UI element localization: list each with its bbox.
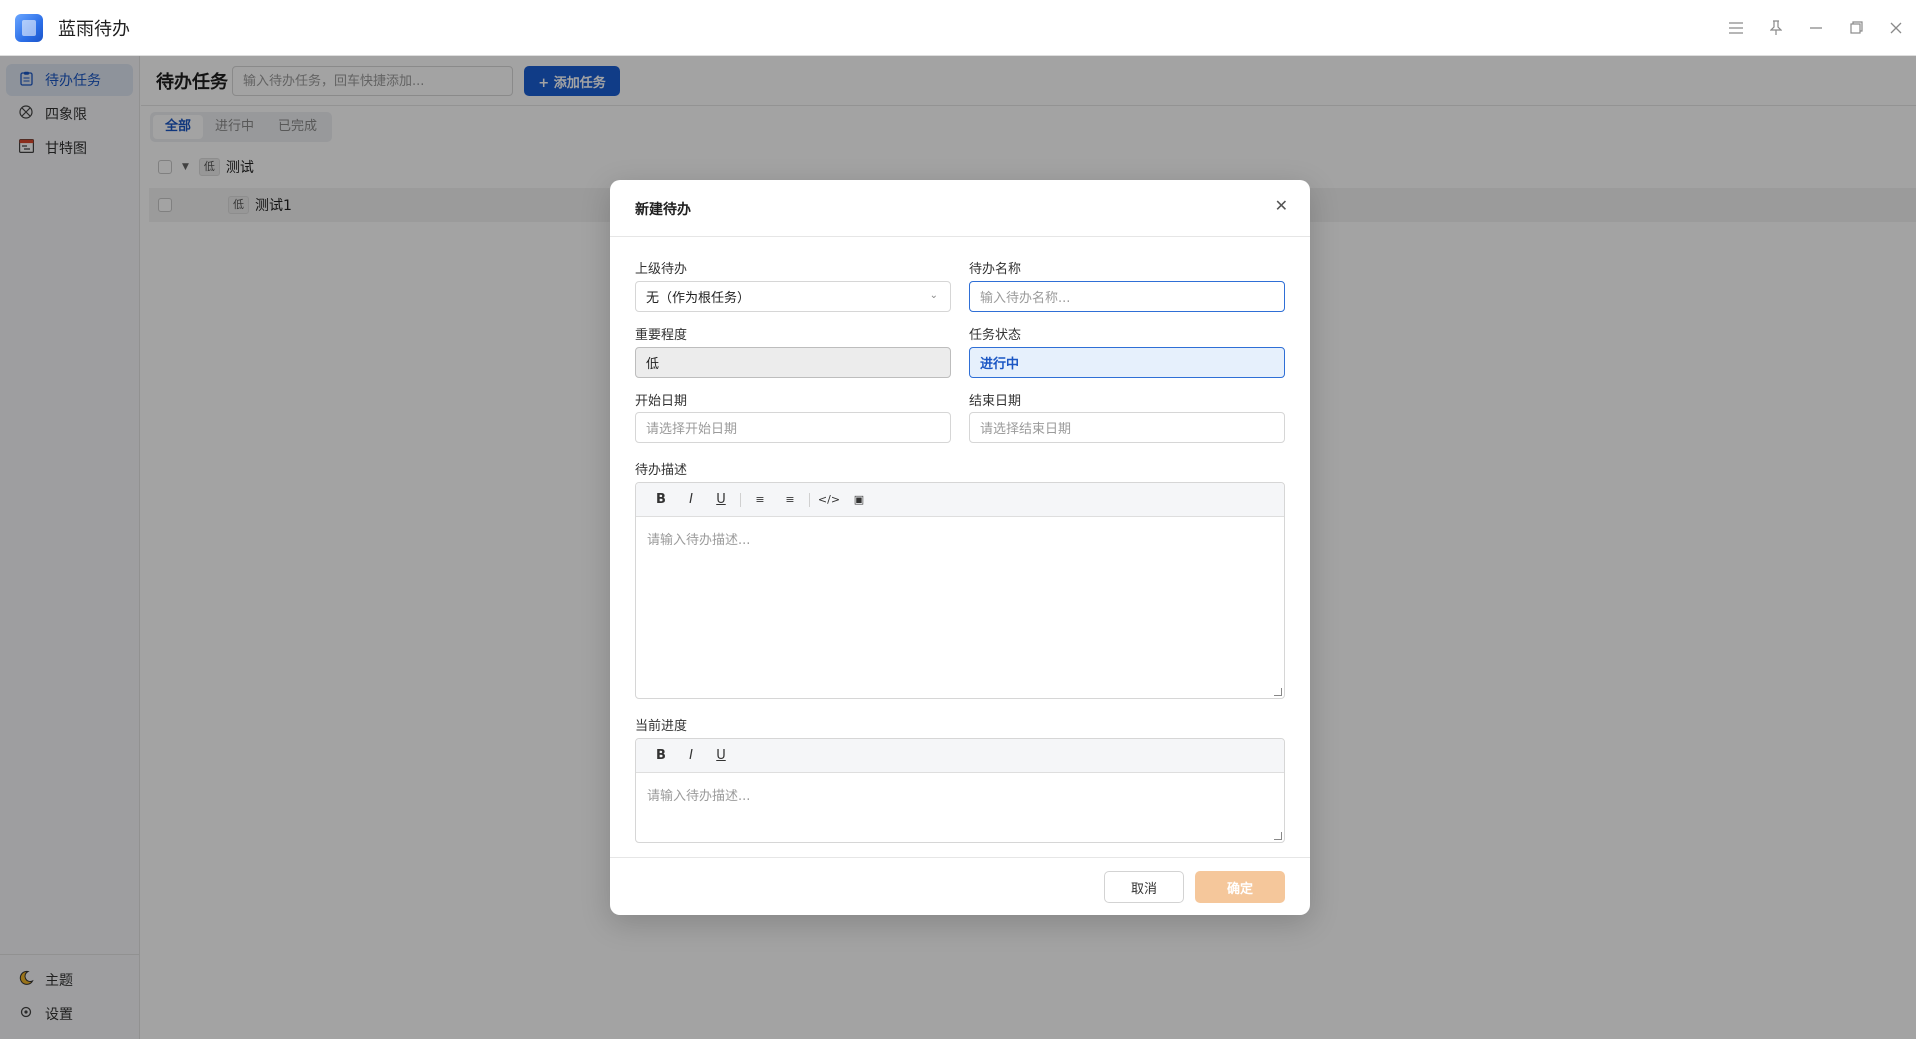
description-placeholder: 请输入待办描述... [647,533,751,548]
italic-button[interactable]: I [676,492,706,507]
parent-select[interactable]: 无（作为根任务） ⌄ [635,281,951,312]
restore-icon[interactable] [1836,0,1876,56]
progress-label: 当前进度 [635,719,688,734]
minimize-icon[interactable] [1796,0,1836,56]
resize-handle-icon[interactable] [1274,688,1282,696]
description-label: 待办描述 [635,463,688,478]
numbered-list-button[interactable]: ≡ [775,493,805,506]
code-button[interactable]: </> [814,493,844,506]
end-date-input[interactable]: 请选择结束日期 [969,412,1285,443]
pin-icon[interactable] [1756,0,1796,56]
start-date-label: 开始日期 [635,394,688,409]
parent-label: 上级待办 [635,262,688,277]
app-title: 蓝雨待办 [58,18,130,40]
name-label: 待办名称 [969,262,1022,277]
new-task-dialog: 新建待办 ✕ 上级待办 无（作为根任务） ⌄ 待办名称 输入待办名称... 重要… [610,180,1310,915]
description-editor: B I U ≡ ≡ </> ▣ 请输入待办描述... [635,482,1285,699]
end-date-label: 结束日期 [969,394,1022,409]
close-icon[interactable]: ✕ [1275,196,1288,215]
bullet-list-button[interactable]: ≡ [745,493,775,506]
dialog-footer-divider [610,857,1310,858]
toolbar-divider [740,492,741,507]
start-date-input[interactable]: 请选择开始日期 [635,412,951,443]
description-textarea[interactable]: 请输入待办描述... [636,517,1284,698]
editor-toolbar: B I U ≡ ≡ </> ▣ [636,483,1284,517]
close-icon[interactable] [1876,0,1916,56]
image-button[interactable]: ▣ [844,493,874,506]
chevron-down-icon: ⌄ [929,290,938,301]
priority-label: 重要程度 [635,328,688,343]
dialog-header: 新建待办 ✕ [610,180,1310,237]
italic-button[interactable]: I [676,748,706,763]
bold-button[interactable]: B [646,492,676,507]
resize-handle-icon[interactable] [1274,832,1282,840]
status-select[interactable]: 进行中 [969,347,1285,378]
dialog-title: 新建待办 [635,202,691,218]
notebook-app-icon [15,13,43,42]
bold-button[interactable]: B [646,748,676,763]
status-label: 任务状态 [969,328,1022,343]
priority-select[interactable]: 低 [635,347,951,378]
task-name-input[interactable]: 输入待办名称... [969,281,1285,312]
menu-icon[interactable] [1716,0,1756,56]
progress-editor: B I U 请输入待办描述... [635,738,1285,843]
underline-button[interactable]: U [706,748,736,763]
editor-toolbar: B I U [636,739,1284,773]
confirm-button[interactable]: 确定 [1195,871,1285,903]
progress-placeholder: 请输入待办描述... [647,789,751,804]
parent-select-value: 无（作为根任务） [646,291,751,306]
progress-textarea[interactable]: 请输入待办描述... [636,773,1284,842]
title-bar: 蓝雨待办 [0,0,1916,56]
underline-button[interactable]: U [706,492,736,507]
toolbar-divider [809,492,810,507]
cancel-button[interactable]: 取消 [1104,871,1184,903]
window-controls [1716,0,1916,56]
